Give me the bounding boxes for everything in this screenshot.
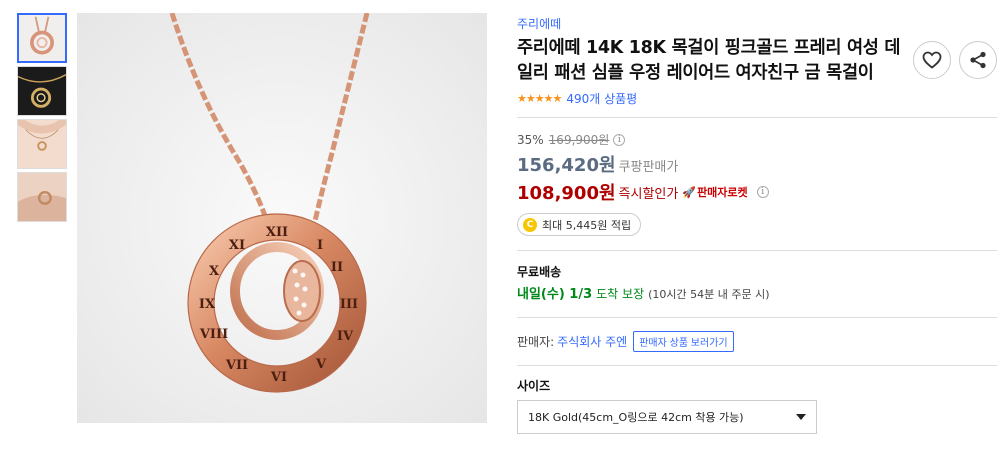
svg-text:X: X [209, 264, 220, 279]
review-count-link[interactable]: 490개 상품평 [566, 90, 637, 107]
shipping-title: 무료배송 [517, 265, 562, 279]
thumbnail-image [18, 173, 66, 221]
thumbnail-3[interactable] [17, 119, 67, 169]
original-price: 169,900원 [548, 133, 610, 147]
discount-rate: 35% [517, 133, 544, 147]
thumbnail-image [18, 120, 66, 168]
coupang-price: 156,420원 [517, 155, 616, 176]
thumbnail-2[interactable] [17, 66, 67, 116]
star-rating: ★★★★★ [517, 91, 562, 105]
cash-coin-icon: C [523, 217, 537, 232]
svg-text:IX: IX [199, 297, 216, 312]
svg-text:IV: IV [337, 329, 354, 344]
heart-icon [922, 51, 942, 69]
seller-name-link[interactable]: 주식회사 주엔 [557, 333, 627, 350]
svg-text:XI: XI [229, 238, 245, 253]
svg-text:I: I [317, 238, 323, 253]
seller-rocket-badge: 🚀 판매자로켓 [682, 184, 747, 200]
sale-price: 108,900원 [517, 183, 616, 204]
size-option-label: 사이즈 [517, 379, 551, 393]
divider [517, 117, 997, 118]
product-actions [913, 41, 997, 79]
info-icon[interactable]: i [756, 186, 769, 198]
order-deadline-note: (10시간 54분 내 주문 시) [648, 288, 770, 301]
share-button[interactable] [959, 41, 997, 79]
coupang-price-row: 156,420원 쿠팡판매가 [517, 151, 997, 177]
svg-text:VI: VI [270, 370, 287, 385]
svg-text:II: II [331, 260, 343, 275]
rocket-icon: 🚀 [682, 185, 697, 199]
svg-text:V: V [315, 357, 327, 372]
seller-products-button[interactable]: 판매자 상품 보러가기 [633, 330, 734, 352]
rating-row: ★★★★★ 490개 상품평 [517, 90, 997, 106]
svg-text:III: III [340, 297, 358, 312]
share-icon [970, 51, 986, 69]
reward-text: 최대 5,445원 적립 [542, 218, 632, 232]
thumbnail-image [18, 67, 66, 115]
necklace-image: XII I II III IV V VI VII VIII IX X XI [77, 13, 487, 423]
thumbnail-4[interactable] [17, 172, 67, 222]
arrival-guarantee: 도착 보장 [596, 287, 645, 301]
wishlist-button[interactable] [913, 41, 951, 79]
svg-text:XII: XII [266, 225, 288, 240]
sale-price-row: 108,900원 즉시할인가 🚀 판매자로켓 i [517, 179, 997, 205]
svg-text:VIII: VIII [199, 327, 228, 342]
coupang-price-label: 쿠팡판매가 [618, 160, 679, 175]
seller-label: 판매자: [517, 334, 555, 349]
brand-link[interactable]: 주리에떼 [517, 15, 561, 33]
arrival-date: 내일(수) 1/3 [517, 287, 593, 302]
discount-row: 35% 169,900원 i [517, 132, 997, 148]
thumbnail-image [19, 15, 65, 61]
product-title: 주리에떼 14K 18K 목걸이 핑크골드 프레리 여성 데일리 패션 심플 우… [517, 38, 901, 83]
size-selected-value: 18K Gold(45cm_O링으로 42cm 착용 가능) [528, 411, 744, 424]
info-icon[interactable]: i [613, 134, 626, 146]
seller-row: 판매자: 주식회사 주엔 판매자 상품 보러가기 [517, 330, 997, 352]
caret-down-icon [796, 414, 806, 420]
product-page: XII I II III IV V VI VII VIII IX X XI 주리… [0, 0, 1003, 468]
divider [517, 317, 997, 318]
thumbnail-list [17, 13, 67, 225]
size-select[interactable]: 18K Gold(45cm_O링으로 42cm 착용 가능) [517, 400, 817, 434]
main-product-image: XII I II III IV V VI VII VIII IX X XI [77, 13, 487, 423]
divider [517, 365, 997, 366]
thumbnail-1[interactable] [17, 13, 67, 63]
rocket-badge-label: 판매자로켓 [697, 186, 748, 199]
svg-text:VII: VII [225, 358, 248, 373]
sale-price-label: 즉시할인가 [618, 186, 679, 202]
product-info: 주리에떼 주리에떼 14K 18K 목걸이 핑크골드 프레리 여성 데일리 패션… [517, 13, 997, 434]
divider [517, 250, 997, 251]
shipping-row: 내일(수) 1/3 도착 보장 (10시간 54분 내 주문 시) [517, 284, 997, 305]
reward-badge: C 최대 5,445원 적립 [517, 213, 642, 236]
